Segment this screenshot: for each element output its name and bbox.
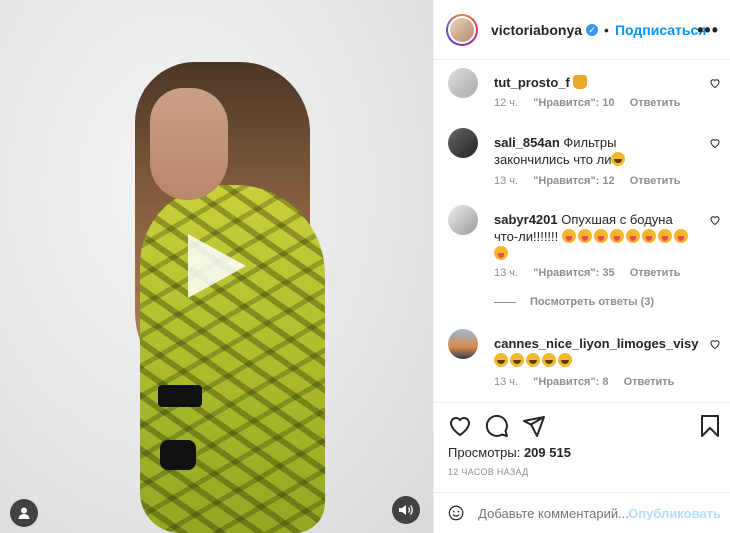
reply-button[interactable]: Ответить [630,97,681,109]
comment-meta: 13 ч. "Нравится": 8 Ответить [494,376,686,388]
play-icon[interactable] [188,234,246,298]
tongue-emoji-icon [494,246,508,260]
action-icons [448,414,546,438]
speaker-icon[interactable] [392,496,420,524]
view-replies-label: Посмотреть ответы (3) [530,296,655,308]
comment-like-icon[interactable] [709,337,721,350]
post-side-panel: victoriabonya ✓ • Подписаться ••• tut_pr… [433,0,730,533]
verified-badge-icon: ✓ [586,23,599,36]
laugh-emoji-icon [510,353,524,367]
tongue-emoji-icon [577,229,592,243]
tongue-emoji-icon [625,229,640,243]
commenter-avatar[interactable] [448,68,478,98]
tongue-emoji-icon [593,229,608,243]
comment-icon[interactable] [485,414,509,438]
post-time[interactable]: 12 ЧАСОВ НАЗАД [448,467,529,477]
comment-meta: 13 ч. "Нравится": 35 Ответить [494,267,693,279]
laugh-emoji-icon [494,353,508,367]
heart-icon[interactable] [448,414,472,438]
comment-time: 13 ч. [494,175,519,187]
reply-button[interactable]: Ответить [630,175,681,187]
author-avatar[interactable] [446,13,478,46]
author-username[interactable]: victoriabonya [491,22,582,38]
laugh-emoji-icon [542,353,556,367]
smile-icon[interactable] [448,501,464,525]
tongue-emoji-icon [609,229,624,243]
views-label: Просмотры: [448,445,521,460]
comment-input[interactable] [478,505,629,521]
commenter-username[interactable]: cannes_nice_liyon_limoges_visy [494,336,699,351]
comment-likes[interactable]: "Нравится": 12 [533,175,614,187]
comment-likes[interactable]: "Нравится": 35 [533,267,614,279]
comment-text: tut_prosto_f [494,74,694,91]
commenter-avatar[interactable] [448,329,478,359]
comment-like-icon[interactable] [709,76,721,89]
laugh-emoji-icon [526,353,540,367]
comment-meta: 12 ч. "Нравится": 10 Ответить [494,97,693,109]
comment-likes[interactable]: "Нравится": 8 [533,376,608,388]
replies-divider [494,301,516,303]
comment-time: 12 ч. [494,97,519,109]
photo-belt [158,385,202,407]
more-options-icon[interactable]: ••• [697,20,719,41]
tongue-emoji-icon [673,229,688,243]
user-icon[interactable] [10,499,38,527]
laugh-emoji-icon [611,152,626,166]
view-replies-button[interactable]: Посмотреть ответы (3) [494,296,654,308]
views-count[interactable]: Просмотры: 209 515 [448,445,571,460]
comment-likes[interactable]: "Нравится": 10 [533,97,614,109]
comments-list[interactable]: tut_prosto_f 12 ч. "Нравится": 10 Ответи… [434,61,730,402]
follow-button[interactable]: Подписаться [615,22,707,38]
commenter-username[interactable]: tut_prosto_f [494,75,570,90]
commenter-avatar[interactable] [448,128,478,158]
photo-cuff [160,440,196,470]
comment-text: sabyr4201 Опухшая с бодуна что-ли!!!!!!! [494,211,694,262]
share-icon[interactable] [522,414,546,438]
reply-button[interactable]: Ответить [630,267,681,279]
hand-emoji-icon [573,75,588,89]
comment-text: cannes_nice_liyon_limoges_visy [494,335,699,369]
post-header: victoriabonya ✓ • Подписаться ••• [434,0,730,60]
reply-button[interactable]: Ответить [624,376,675,388]
commenter-username[interactable]: sali_854an [494,135,560,150]
separator-dot: • [604,21,609,38]
laugh-emoji-icon [558,353,572,367]
comment-like-icon[interactable] [709,136,721,149]
commenter-username[interactable]: sabyr4201 [494,212,558,227]
comment-text: sali_854an Фильтры закончились что ли [494,134,694,168]
publish-button[interactable]: Опубликовать [628,506,721,521]
comment-meta: 13 ч. "Нравится": 12 Ответить [494,175,693,187]
commenter-avatar[interactable] [448,205,478,235]
views-number: 209 515 [523,445,571,460]
comment-like-icon[interactable] [709,213,721,226]
post-media[interactable] [0,0,433,533]
tongue-emoji-icon [657,229,672,243]
tongue-emoji-icon [641,229,656,243]
photo-face [150,88,228,200]
tongue-emoji-icon [561,229,576,243]
comment-time: 13 ч. [494,376,519,388]
comment-time: 13 ч. [494,267,519,279]
bookmark-icon[interactable] [699,414,721,438]
add-comment-bar: Опубликовать [434,492,730,533]
